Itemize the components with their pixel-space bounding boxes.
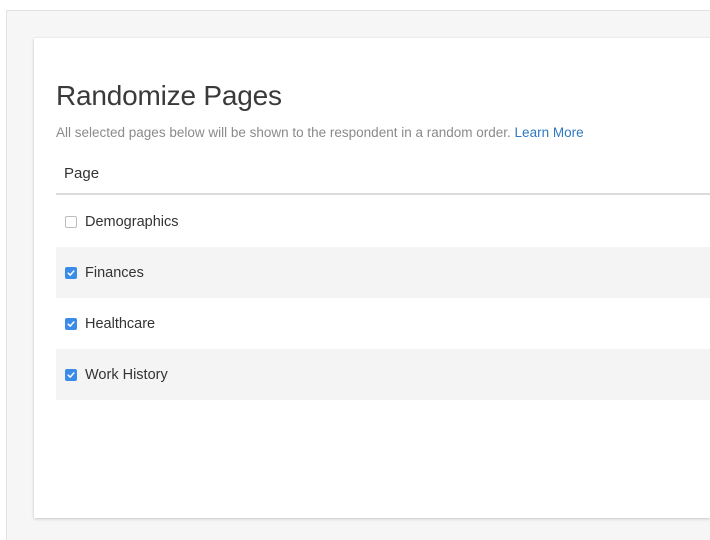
page-row-finances[interactable]: Finances	[56, 247, 710, 298]
checkbox-finances[interactable]	[65, 266, 77, 279]
randomize-pages-panel: Randomize Pages All selected pages below…	[34, 38, 710, 518]
page-label: Finances	[85, 264, 144, 281]
page-label: Healthcare	[85, 315, 156, 332]
checkbox-demographics[interactable]	[65, 215, 77, 228]
checkmark-icon	[67, 371, 75, 378]
description-body: All selected pages below will be shown t…	[56, 125, 511, 140]
page-row-healthcare[interactable]: Healthcare	[56, 298, 710, 349]
checkmark-icon	[67, 269, 75, 276]
checkbox-healthcare[interactable]	[65, 317, 77, 330]
page-row-work-history[interactable]: Work History	[56, 349, 710, 400]
checkmark-icon	[67, 320, 75, 327]
column-header-page: Page	[64, 165, 100, 182]
learn-more-link[interactable]: Learn More	[515, 125, 584, 140]
page-row-demographics[interactable]: Demographics	[56, 196, 710, 247]
page-label: Work History	[85, 366, 168, 383]
description-text: All selected pages below will be shown t…	[56, 125, 584, 140]
page-list: Demographics Finances Healthcare Work Hi…	[56, 196, 710, 400]
page-label: Demographics	[85, 213, 179, 230]
checkbox-work-history[interactable]	[65, 368, 77, 381]
column-header: Page	[56, 155, 710, 195]
page-title: Randomize Pages	[56, 80, 282, 111]
